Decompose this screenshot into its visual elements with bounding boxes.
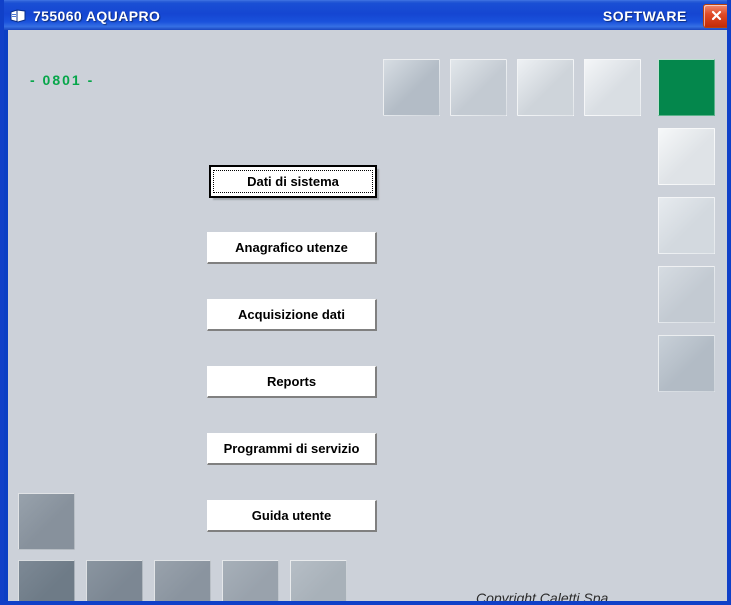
menu-button-anagrafico-utenze[interactable]: Anagrafico utenze: [207, 232, 377, 264]
decor-square-top-4: [584, 59, 641, 116]
decor-square-green: [658, 59, 715, 116]
decor-square-bot-5: [290, 560, 347, 601]
menu-button-label: Guida utente: [251, 508, 332, 523]
decor-square-bot-2: [86, 560, 143, 601]
menu-button-label: Reports: [266, 374, 317, 389]
copyright-label: Copyright Caletti Spa: [476, 590, 609, 601]
status-code-label: - 0801 -: [30, 72, 95, 88]
menu-button-reports[interactable]: Reports: [207, 366, 377, 398]
menu-button-dati-di-sistema[interactable]: Dati di sistema: [209, 165, 377, 198]
app-window-icon: [9, 8, 27, 24]
menu-button-acquisizione-dati[interactable]: Acquisizione dati: [207, 299, 377, 331]
decor-square-r5: [658, 335, 715, 392]
decor-square-top-1: [383, 59, 440, 116]
decor-square-bot-1: [18, 560, 75, 601]
close-button[interactable]: [703, 3, 727, 28]
close-icon: [710, 9, 723, 22]
decor-square-top-2: [450, 59, 507, 116]
menu-button-label: Dati di sistema: [213, 170, 373, 193]
window-title: 755060 AQUAPRO: [33, 7, 161, 24]
decor-square-r2: [658, 128, 715, 185]
decor-square-top-3: [517, 59, 574, 116]
decor-square-left-large: [18, 493, 75, 550]
application-window: 755060 AQUAPRO SOFTWARE - 0801 - Dati di…: [0, 0, 731, 605]
menu-button-label: Programmi di servizio: [223, 441, 360, 456]
menu-button-label: Anagrafico utenze: [235, 240, 348, 255]
decor-square-r4: [658, 266, 715, 323]
titlebar-software-label: SOFTWARE: [602, 7, 687, 24]
menu-button-guida-utente[interactable]: Guida utente: [207, 500, 377, 532]
decor-square-bot-4: [222, 560, 279, 601]
client-area: - 0801 - Dati di sistema Anagrafico utenz…: [8, 30, 727, 601]
menu-button-label: Acquisizione dati: [238, 307, 345, 322]
decor-square-bot-3: [154, 560, 211, 601]
menu-button-programmi-di-servizio[interactable]: Programmi di servizio: [207, 433, 377, 465]
decor-square-r3: [658, 197, 715, 254]
title-bar[interactable]: 755060 AQUAPRO SOFTWARE: [4, 0, 727, 30]
